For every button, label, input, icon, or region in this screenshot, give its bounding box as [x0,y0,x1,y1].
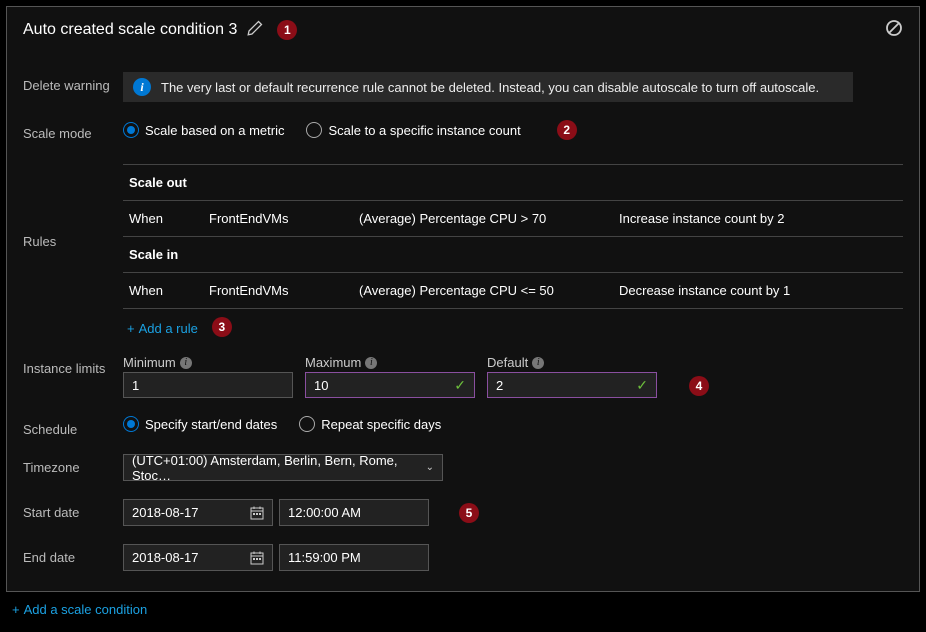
callout-1: 1 [277,20,297,40]
scale-in-heading: Scale in [123,237,903,273]
maximum-value: 10 [314,378,328,393]
delete-warning-bar: i The very last or default recurrence ru… [123,72,853,102]
end-date-label: End date [23,544,123,570]
delete-warning-label: Delete warning [23,72,123,98]
end-date-value: 2018-08-17 [132,550,199,565]
rule-resource: FrontEndVMs [209,283,359,298]
rule-when: When [129,283,209,298]
rules-label: Rules [23,164,123,249]
scale-out-heading: Scale out [123,165,903,201]
info-icon: i [133,78,151,96]
minimum-label: Minimum [123,355,176,370]
edit-title-icon[interactable] [247,20,263,39]
info-icon[interactable]: i [532,357,544,369]
rule-row-scale-in[interactable]: When FrontEndVMs (Average) Percentage CP… [123,273,903,309]
maximum-label: Maximum [305,355,361,370]
start-time-value: 12:00:00 AM [288,505,361,520]
radio-scale-metric-label: Scale based on a metric [145,123,284,138]
panel-title: Auto created scale condition 3 [23,21,237,39]
delete-warning-text: The very last or default recurrence rule… [161,80,819,95]
rule-condition: (Average) Percentage CPU > 70 [359,211,619,226]
rule-resource: FrontEndVMs [209,211,359,226]
radio-scale-count[interactable]: Scale to a specific instance count [306,122,520,138]
panel-header: Auto created scale condition 3 1 [7,7,919,48]
rules-table: Scale out When FrontEndVMs (Average) Per… [123,164,903,337]
callout-5: 5 [459,503,479,523]
schedule-label: Schedule [23,416,123,442]
timezone-label: Timezone [23,454,123,480]
timezone-select[interactable]: (UTC+01:00) Amsterdam, Berlin, Bern, Rom… [123,454,443,481]
end-date-picker[interactable]: 2018-08-17 [123,544,273,571]
radio-icon [306,122,322,138]
start-time-picker[interactable]: 12:00:00 AM [279,499,429,526]
callout-2: 2 [557,120,577,140]
radio-icon [123,416,139,432]
maximum-input[interactable]: 10 ✓ [305,372,475,398]
rule-action: Decrease instance count by 1 [619,283,897,298]
rule-condition: (Average) Percentage CPU <= 50 [359,283,619,298]
check-icon: ✓ [636,377,648,394]
rule-row-scale-out[interactable]: When FrontEndVMs (Average) Percentage CP… [123,201,903,237]
callout-3: 3 [212,317,232,337]
start-date-label: Start date [23,499,123,525]
plus-icon: + [127,321,135,336]
radio-scale-count-label: Scale to a specific instance count [328,123,520,138]
add-scale-condition-label: Add a scale condition [24,602,148,617]
default-input[interactable]: 2 ✓ [487,372,657,398]
rule-action: Increase instance count by 2 [619,211,897,226]
radio-specify-dates[interactable]: Specify start/end dates [123,416,277,432]
start-date-value: 2018-08-17 [132,505,199,520]
instance-limits-label: Instance limits [23,355,123,381]
add-rule-link[interactable]: + Add a rule [123,311,202,336]
add-scale-condition-link[interactable]: + Add a scale condition [6,592,153,621]
end-time-value: 11:59:00 PM [288,550,361,565]
calendar-icon [250,506,264,520]
default-label: Default [487,355,528,370]
callout-4: 4 [689,376,709,396]
end-time-picker[interactable]: 11:59:00 PM [279,544,429,571]
start-date-picker[interactable]: 2018-08-17 [123,499,273,526]
timezone-value: (UTC+01:00) Amsterdam, Berlin, Bern, Rom… [132,453,426,483]
radio-icon [123,122,139,138]
default-value: 2 [496,378,503,393]
minimum-input[interactable] [123,372,293,398]
disable-icon[interactable] [885,19,903,40]
chevron-down-icon: ⌄ [426,462,434,473]
add-rule-label: Add a rule [139,321,198,336]
info-icon[interactable]: i [180,357,192,369]
radio-icon [299,416,315,432]
info-icon[interactable]: i [365,357,377,369]
scale-mode-label: Scale mode [23,120,123,146]
calendar-icon [250,551,264,565]
radio-specify-dates-label: Specify start/end dates [145,417,277,432]
scale-condition-panel: Auto created scale condition 3 1 Delete … [6,6,920,592]
radio-repeat-days-label: Repeat specific days [321,417,441,432]
check-icon: ✓ [454,377,466,394]
plus-icon: + [12,602,20,617]
radio-scale-metric[interactable]: Scale based on a metric [123,122,284,138]
radio-repeat-days[interactable]: Repeat specific days [299,416,441,432]
rule-when: When [129,211,209,226]
